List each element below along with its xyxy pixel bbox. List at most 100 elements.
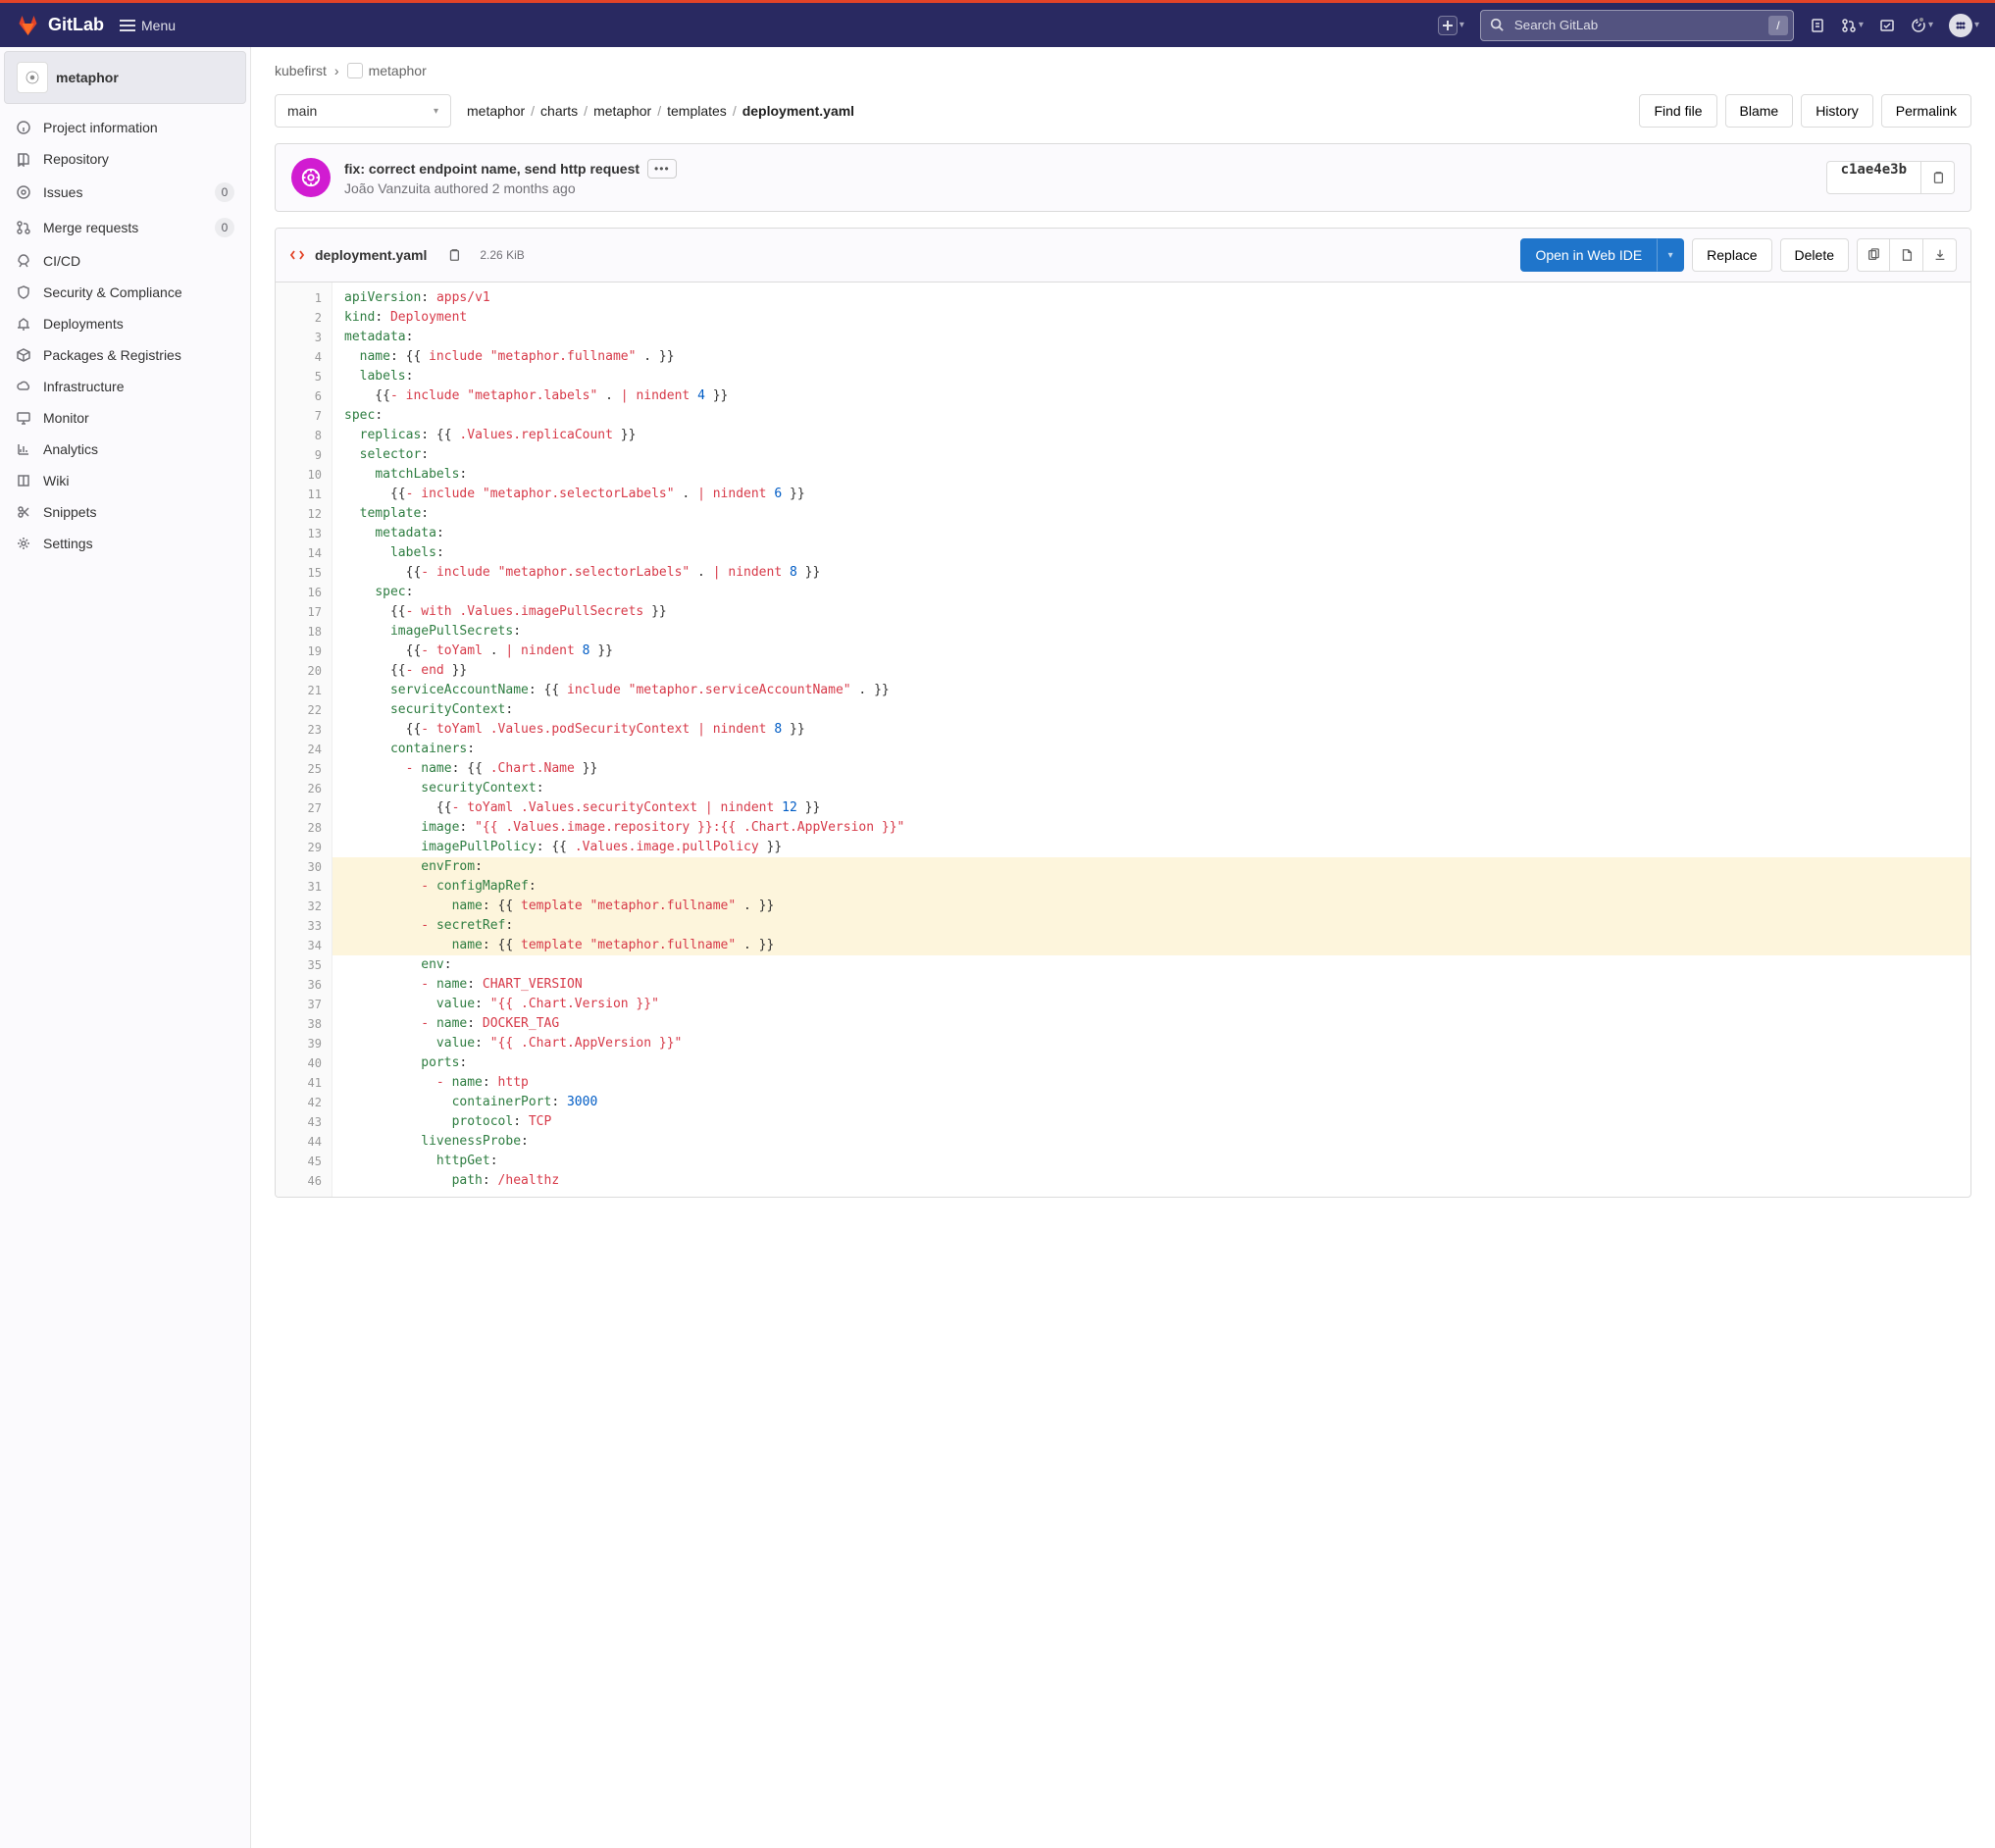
main-menu-toggle[interactable]: Menu bbox=[120, 17, 176, 34]
delete-button[interactable]: Delete bbox=[1780, 238, 1849, 272]
blame-button[interactable]: Blame bbox=[1725, 94, 1794, 128]
line-number[interactable]: 45 bbox=[280, 1152, 322, 1171]
line-number[interactable]: 42 bbox=[280, 1093, 322, 1112]
line-number[interactable]: 10 bbox=[280, 465, 322, 485]
download-button[interactable] bbox=[1923, 238, 1957, 272]
sidebar-item-label: Issues bbox=[43, 184, 82, 200]
new-dropdown[interactable]: ▾ bbox=[1438, 16, 1464, 35]
todos-shortcut[interactable] bbox=[1879, 18, 1895, 33]
sidebar-item-packages-registries[interactable]: Packages & Registries bbox=[0, 339, 250, 371]
line-number[interactable]: 20 bbox=[280, 661, 322, 681]
line-number[interactable]: 4 bbox=[280, 347, 322, 367]
merge-requests-shortcut[interactable]: ▾ bbox=[1841, 18, 1864, 33]
line-number[interactable]: 39 bbox=[280, 1034, 322, 1053]
sidebar-item-deployments[interactable]: Deployments bbox=[0, 308, 250, 339]
code-content[interactable]: apiVersion: apps/v1kind: Deploymentmetad… bbox=[332, 282, 1970, 1197]
replace-button[interactable]: Replace bbox=[1692, 238, 1771, 272]
sidebar-item-merge-requests[interactable]: Merge requests0 bbox=[0, 210, 250, 245]
line-number[interactable]: 17 bbox=[280, 602, 322, 622]
line-number[interactable]: 11 bbox=[280, 485, 322, 504]
line-number[interactable]: 31 bbox=[280, 877, 322, 897]
line-number[interactable]: 21 bbox=[280, 681, 322, 700]
line-number[interactable]: 36 bbox=[280, 975, 322, 995]
line-number[interactable]: 6 bbox=[280, 386, 322, 406]
commit-expand-button[interactable]: ••• bbox=[647, 159, 677, 179]
sidebar-item-infrastructure[interactable]: Infrastructure bbox=[0, 371, 250, 402]
line-number[interactable]: 43 bbox=[280, 1112, 322, 1132]
path-folder[interactable]: metaphor bbox=[467, 103, 525, 119]
line-number[interactable]: 19 bbox=[280, 642, 322, 661]
line-number[interactable]: 28 bbox=[280, 818, 322, 838]
sidebar-item-security-compliance[interactable]: Security & Compliance bbox=[0, 277, 250, 308]
commit-title[interactable]: fix: correct endpoint name, send http re… bbox=[344, 161, 639, 177]
commit-sha[interactable]: c1ae4e3b bbox=[1826, 161, 1921, 194]
branch-selector[interactable]: main ▾ bbox=[275, 94, 451, 128]
line-number[interactable]: 16 bbox=[280, 583, 322, 602]
branch-name: main bbox=[287, 103, 317, 119]
permalink-button[interactable]: Permalink bbox=[1881, 94, 1971, 128]
line-number[interactable]: 34 bbox=[280, 936, 322, 955]
line-number[interactable]: 27 bbox=[280, 798, 322, 818]
line-number[interactable]: 9 bbox=[280, 445, 322, 465]
line-number[interactable]: 40 bbox=[280, 1053, 322, 1073]
help-dropdown[interactable]: ▾ bbox=[1911, 18, 1933, 33]
breadcrumb-group[interactable]: kubefirst bbox=[275, 63, 327, 78]
raw-button[interactable] bbox=[1890, 238, 1923, 272]
line-number[interactable]: 23 bbox=[280, 720, 322, 740]
path-folder[interactable]: metaphor bbox=[593, 103, 651, 119]
line-number[interactable]: 24 bbox=[280, 740, 322, 759]
breadcrumb-project[interactable]: metaphor bbox=[347, 63, 427, 78]
code-line: spec: bbox=[332, 583, 1970, 602]
commit-author[interactable]: João Vanzuita bbox=[344, 180, 431, 196]
copy-path-button[interactable] bbox=[442, 243, 466, 267]
line-number[interactable]: 25 bbox=[280, 759, 322, 779]
line-number[interactable]: 5 bbox=[280, 367, 322, 386]
sidebar-item-settings[interactable]: Settings bbox=[0, 528, 250, 559]
line-number[interactable]: 3 bbox=[280, 328, 322, 347]
line-number[interactable]: 37 bbox=[280, 995, 322, 1014]
line-number[interactable]: 32 bbox=[280, 897, 322, 916]
line-number[interactable]: 38 bbox=[280, 1014, 322, 1034]
line-number-gutter[interactable]: 1234567891011121314151617181920212223242… bbox=[276, 282, 332, 1197]
line-number[interactable]: 33 bbox=[280, 916, 322, 936]
history-button[interactable]: History bbox=[1801, 94, 1873, 128]
open-web-ide-dropdown[interactable]: ▾ bbox=[1657, 238, 1684, 272]
line-number[interactable]: 2 bbox=[280, 308, 322, 328]
line-number[interactable]: 41 bbox=[280, 1073, 322, 1093]
line-number[interactable]: 22 bbox=[280, 700, 322, 720]
copy-contents-button[interactable] bbox=[1857, 238, 1890, 272]
path-folder[interactable]: templates bbox=[667, 103, 727, 119]
line-number[interactable]: 30 bbox=[280, 857, 322, 877]
sidebar-item-snippets[interactable]: Snippets bbox=[0, 496, 250, 528]
sidebar-item-ci-cd[interactable]: CI/CD bbox=[0, 245, 250, 277]
sidebar-item-issues[interactable]: Issues0 bbox=[0, 175, 250, 210]
logo-home-link[interactable]: GitLab bbox=[16, 14, 104, 37]
sidebar-item-project-information[interactable]: Project information bbox=[0, 112, 250, 143]
sidebar-item-monitor[interactable]: Monitor bbox=[0, 402, 250, 434]
line-number[interactable]: 14 bbox=[280, 543, 322, 563]
line-number[interactable]: 15 bbox=[280, 563, 322, 583]
line-number[interactable]: 46 bbox=[280, 1171, 322, 1191]
line-number[interactable]: 29 bbox=[280, 838, 322, 857]
code-line: envFrom: bbox=[332, 857, 1970, 877]
sidebar-item-analytics[interactable]: Analytics bbox=[0, 434, 250, 465]
line-number[interactable]: 44 bbox=[280, 1132, 322, 1152]
line-number[interactable]: 7 bbox=[280, 406, 322, 426]
line-number[interactable]: 18 bbox=[280, 622, 322, 642]
sidebar-item-wiki[interactable]: Wiki bbox=[0, 465, 250, 496]
copy-sha-button[interactable] bbox=[1921, 161, 1955, 194]
line-number[interactable]: 35 bbox=[280, 955, 322, 975]
find-file-button[interactable]: Find file bbox=[1639, 94, 1716, 128]
search-input[interactable] bbox=[1480, 10, 1794, 41]
open-web-ide-button[interactable]: Open in Web IDE bbox=[1520, 238, 1657, 272]
user-menu[interactable]: ▾ bbox=[1949, 14, 1979, 37]
line-number[interactable]: 1 bbox=[280, 288, 322, 308]
sidebar-project-header[interactable]: metaphor bbox=[4, 51, 246, 104]
line-number[interactable]: 13 bbox=[280, 524, 322, 543]
line-number[interactable]: 26 bbox=[280, 779, 322, 798]
line-number[interactable]: 8 bbox=[280, 426, 322, 445]
path-folder[interactable]: charts bbox=[540, 103, 578, 119]
issues-shortcut[interactable] bbox=[1810, 18, 1825, 33]
line-number[interactable]: 12 bbox=[280, 504, 322, 524]
sidebar-item-repository[interactable]: Repository bbox=[0, 143, 250, 175]
